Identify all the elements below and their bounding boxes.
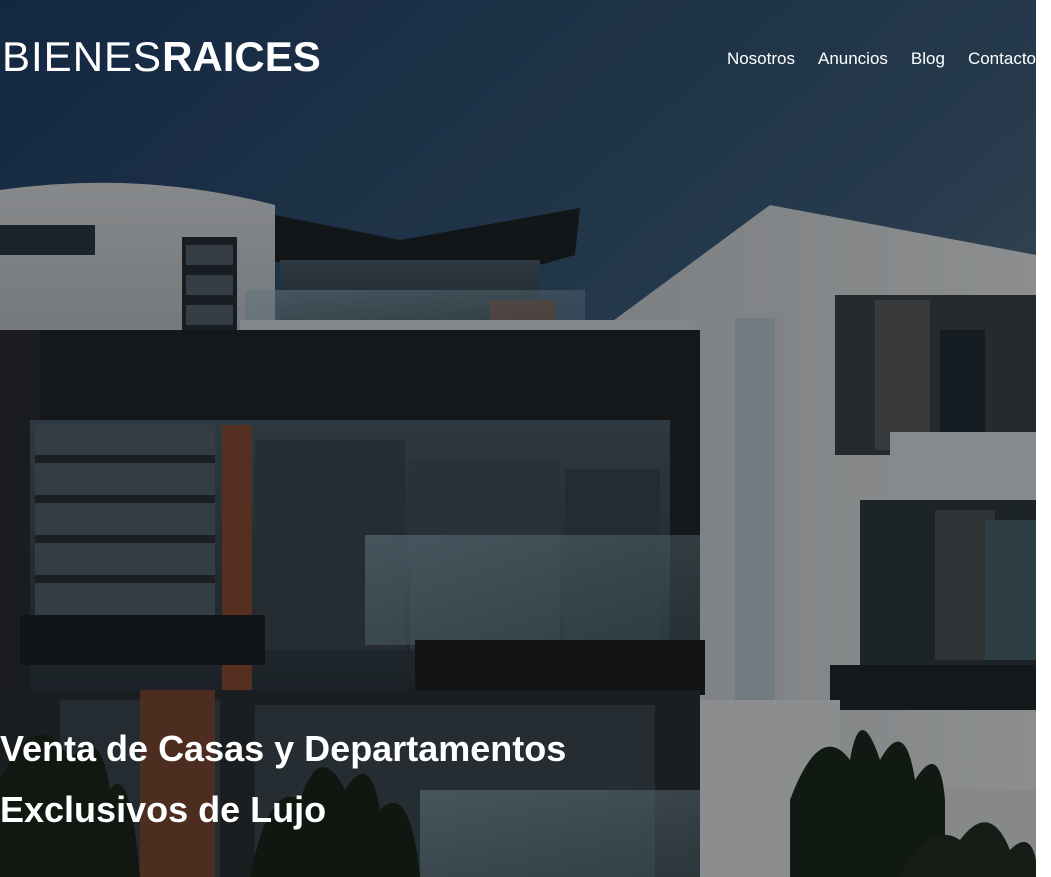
hero-heading-line-1: Venta de Casas y Departamentos: [0, 728, 567, 769]
hero-heading: Venta de Casas y Departamentos Exclusivo…: [0, 718, 700, 840]
logo-text-light: BIENES: [2, 33, 163, 80]
main-navigation: Nosotros Anuncios Blog Contacto: [727, 48, 1036, 70]
hero-heading-line-2: Exclusivos de Lujo: [0, 789, 327, 830]
nav-link-anuncios[interactable]: Anuncios: [818, 48, 888, 70]
site-logo[interactable]: BIENESRAICES: [2, 34, 321, 80]
nav-link-nosotros[interactable]: Nosotros: [727, 48, 795, 70]
site-header: BIENESRAICES Nosotros Anuncios Blog Cont…: [0, 0, 1036, 120]
nav-link-blog[interactable]: Blog: [911, 48, 945, 70]
logo-text-bold: RAICES: [162, 33, 321, 80]
hero-section: BIENESRAICES Nosotros Anuncios Blog Cont…: [0, 0, 1036, 877]
nav-link-contacto[interactable]: Contacto: [968, 48, 1036, 70]
